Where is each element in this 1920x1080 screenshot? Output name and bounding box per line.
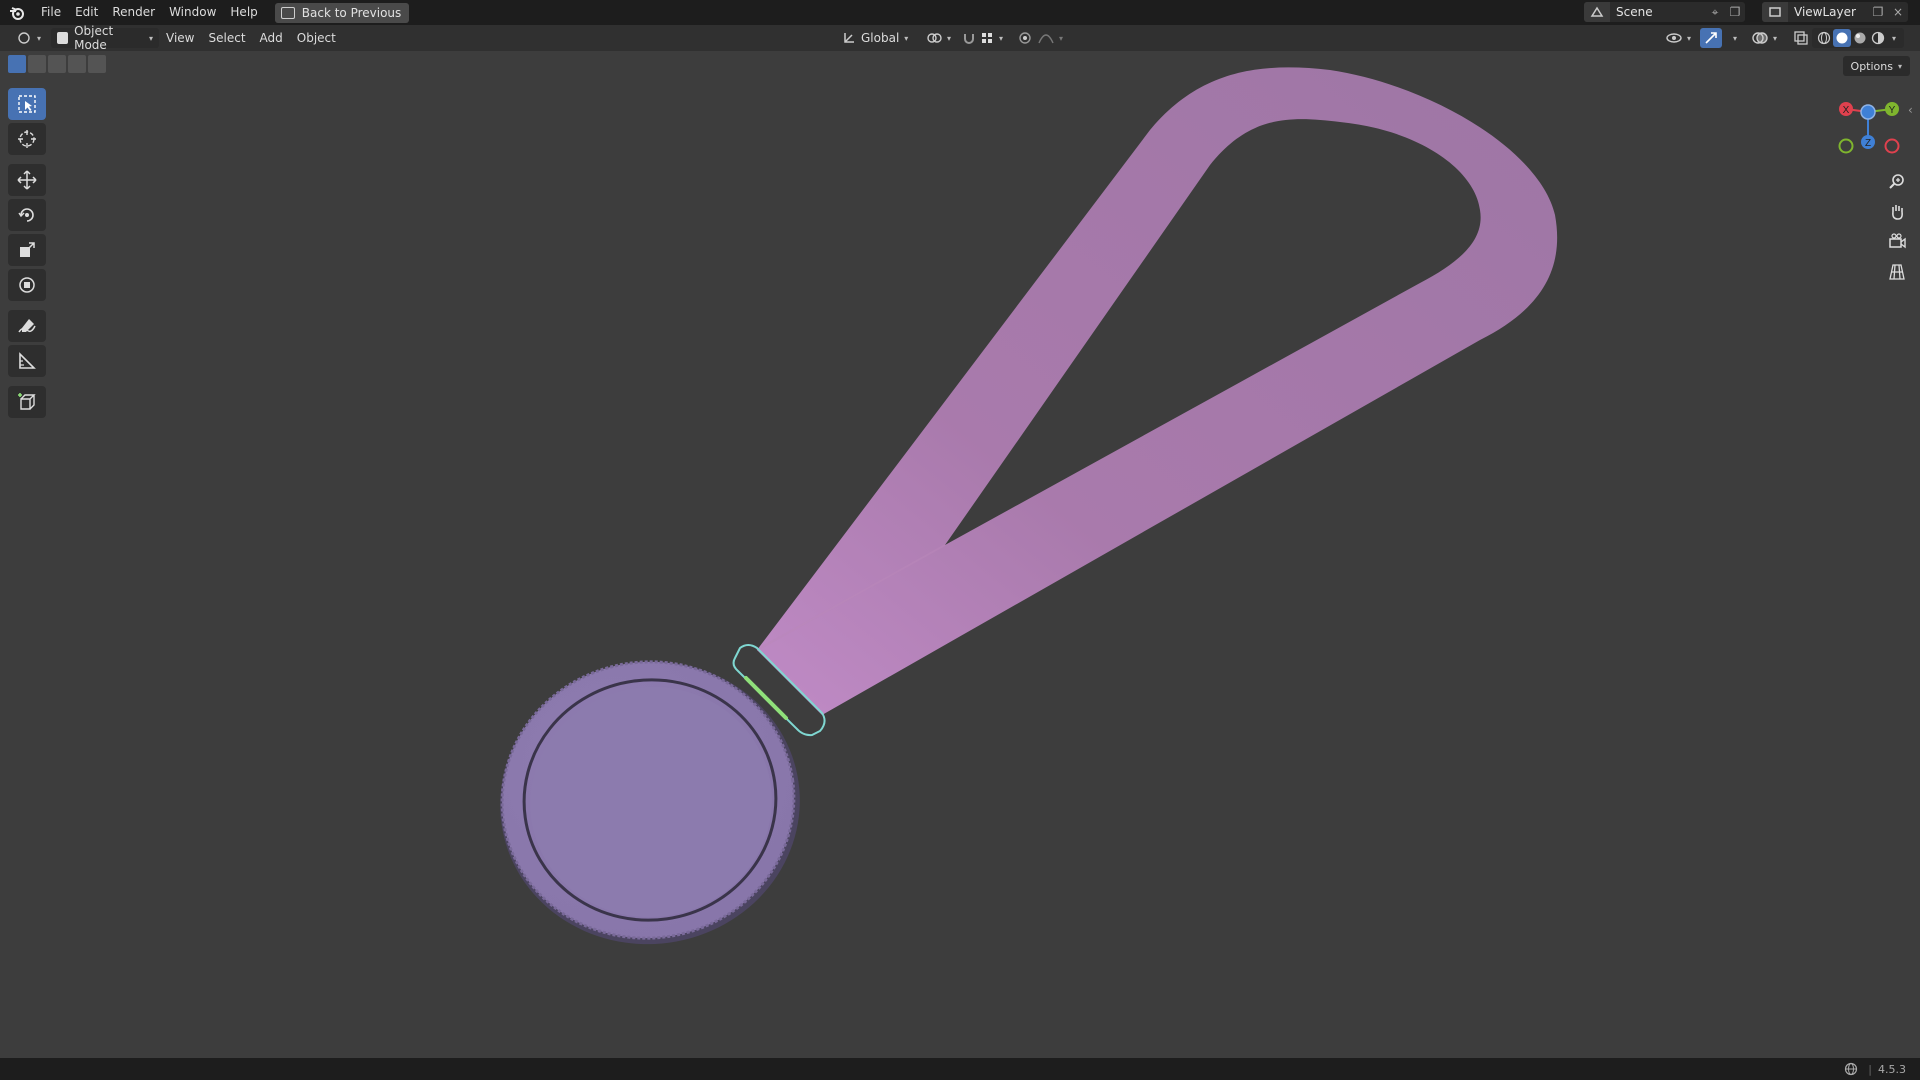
navigation-gizmo[interactable]: X Y Z <box>1826 96 1908 166</box>
menu-window[interactable]: Window <box>162 0 223 25</box>
snap-target-dropdown[interactable]: ▾ <box>974 28 1009 48</box>
menu-render[interactable]: Render <box>105 0 162 25</box>
network-globe-icon[interactable] <box>1844 1062 1858 1076</box>
blender-logo-icon[interactable] <box>0 0 34 25</box>
snap-grid-icon <box>982 33 992 43</box>
select-box-icon[interactable] <box>8 88 46 120</box>
xray-toggle[interactable] <box>1788 28 1814 48</box>
viewport-canvas[interactable] <box>0 51 1920 1058</box>
camera-view-icon[interactable] <box>1884 229 1910 255</box>
header-menu-select[interactable]: Select <box>202 26 253 51</box>
material-shading-icon[interactable] <box>1851 31 1869 45</box>
axis-neg-z-icon <box>1860 104 1876 120</box>
axis-y-label: Y <box>1889 105 1896 116</box>
tool-shelf <box>8 88 48 421</box>
viewport-header: ▾ Object Mode ▾ View Select Add Object G… <box>0 24 1920 52</box>
overlays-icon <box>1752 32 1768 44</box>
move-icon[interactable] <box>8 164 46 196</box>
sidebar-toggle-icon[interactable]: ‹ <box>1908 103 1913 117</box>
remove-viewlayer-icon[interactable]: × <box>1888 2 1908 22</box>
add-cube-icon[interactable] <box>8 386 46 418</box>
orientation-icon <box>844 33 854 43</box>
falloff-dropdown[interactable]: ▾ <box>1032 28 1069 48</box>
editor-type-icon <box>18 32 30 44</box>
falloff-icon <box>1038 34 1054 44</box>
solid-shading-icon[interactable] <box>1833 29 1851 47</box>
axis-neg-y-icon <box>1838 138 1854 154</box>
gizmo-dropdown[interactable]: ▾ <box>1722 28 1743 48</box>
pan-hand-icon[interactable] <box>1884 199 1910 225</box>
orientation-label: Global <box>861 31 900 45</box>
eye-icon <box>1666 33 1682 43</box>
top-bar: File Edit Render Window Help Back to Pre… <box>0 0 1920 25</box>
scene-selector[interactable]: Scene ⌖ ❐ <box>1584 2 1745 22</box>
menu-help[interactable]: Help <box>223 0 264 25</box>
viewlayer-selector[interactable]: ViewLayer ❐ × <box>1762 2 1908 22</box>
ribbon-mesh[interactable] <box>757 67 1558 716</box>
options-dropdown[interactable]: Options ▾ <box>1842 56 1910 76</box>
zoom-icon[interactable] <box>1884 169 1910 195</box>
screen-icon <box>280 6 295 19</box>
mode-label: Object Mode <box>74 24 114 52</box>
shading-mode-group: ▾ <box>1812 28 1904 48</box>
viewlayer-icon <box>1762 2 1788 22</box>
version-label: 4.5.3 <box>1878 1062 1906 1076</box>
axis-z-label: Z <box>1865 138 1871 149</box>
rendered-shading-icon[interactable] <box>1869 31 1887 45</box>
perspective-grid-icon[interactable] <box>1884 259 1910 285</box>
gizmo-icon <box>1705 32 1717 44</box>
back-to-previous-button[interactable]: Back to Previous <box>274 2 410 23</box>
orientation-dropdown[interactable]: Global ▾ <box>836 28 914 48</box>
menu-file[interactable]: File <box>34 0 68 25</box>
shading-dropdown-icon[interactable]: ▾ <box>1887 34 1901 43</box>
new-viewlayer-icon[interactable]: ❐ <box>1868 2 1888 22</box>
viewlayer-name[interactable]: ViewLayer <box>1788 5 1868 19</box>
cursor-icon[interactable] <box>8 123 46 155</box>
pivot-dropdown[interactable]: ▾ <box>920 28 957 48</box>
proportional-icon <box>1019 32 1031 44</box>
back-to-previous-label: Back to Previous <box>301 5 402 20</box>
axis-neg-x-icon <box>1884 138 1900 154</box>
options-label: Options <box>1850 59 1893 73</box>
xray-icon <box>1794 31 1808 45</box>
overlays-toggle[interactable]: ▾ <box>1746 28 1783 48</box>
gizmo-toggle[interactable] <box>1700 28 1722 48</box>
scene-icon <box>1584 2 1610 22</box>
medal-mesh[interactable] <box>482 642 818 963</box>
scale-icon[interactable] <box>8 234 46 266</box>
editor-type-button[interactable]: ▾ <box>10 28 47 48</box>
measure-icon[interactable] <box>8 345 46 377</box>
pin-icon[interactable]: ⌖ <box>1705 2 1725 22</box>
header-menu-view[interactable]: View <box>159 26 201 51</box>
wireframe-shading-icon[interactable] <box>1815 31 1833 45</box>
pivot-icon <box>927 33 942 43</box>
annotate-icon[interactable] <box>8 310 46 342</box>
transform-icon[interactable] <box>8 269 46 301</box>
object-mode-icon <box>57 32 69 44</box>
scene-name[interactable]: Scene <box>1610 5 1705 19</box>
new-scene-icon[interactable]: ❐ <box>1725 2 1745 22</box>
header-menu-object[interactable]: Object <box>290 26 343 51</box>
status-bar: | 4.5.3 <box>0 1058 1920 1080</box>
header-menu-add[interactable]: Add <box>253 26 290 51</box>
menu-edit[interactable]: Edit <box>68 0 105 25</box>
rotate-icon[interactable] <box>8 199 46 231</box>
visibility-dropdown[interactable]: ▾ <box>1660 28 1697 48</box>
status-separator: | <box>1868 1062 1872 1076</box>
axis-x-label: X <box>1843 105 1850 116</box>
mode-dropdown[interactable]: Object Mode ▾ <box>51 24 160 52</box>
